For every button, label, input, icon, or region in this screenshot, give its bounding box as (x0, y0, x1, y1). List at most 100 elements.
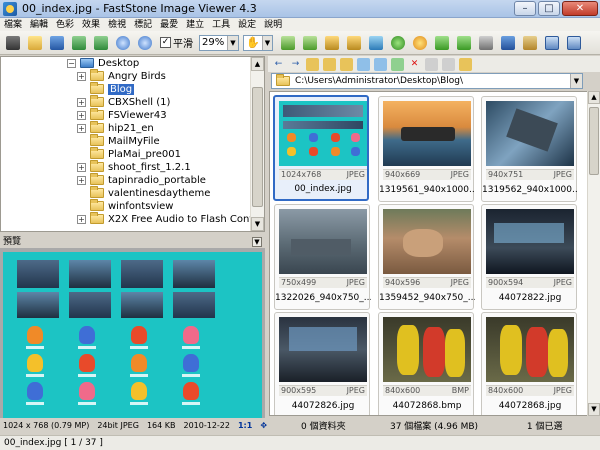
scroll-thumb[interactable] (252, 87, 263, 207)
tree-item-cbxshell[interactable]: + CBXShell (1) (77, 95, 170, 108)
thumbnail-view-icon[interactable] (442, 57, 455, 71)
tree-item-winfontsview[interactable]: winfontsview (90, 199, 173, 212)
delete-icon[interactable]: ✕ (408, 58, 421, 71)
sort-icon[interactable] (459, 57, 472, 71)
tree-item-plamai[interactable]: PlaMai_pre001 (90, 147, 181, 160)
menu-effects[interactable]: 效果 (78, 19, 104, 31)
zoom-select[interactable]: 29% ▼ (199, 34, 239, 51)
menu-edit[interactable]: 編輯 (26, 19, 52, 31)
redeye-button[interactable] (477, 34, 495, 52)
draw-button[interactable] (367, 34, 385, 52)
current-file-status: 00_index.jpg [ 1 / 37 ] (4, 438, 103, 448)
smooth-toggle[interactable]: ✓ 平滑 (160, 35, 193, 50)
details-view-icon[interactable] (425, 57, 438, 71)
fullscreen-button[interactable] (543, 34, 561, 52)
thumbnail-scrollbar[interactable]: ▲ ▼ (587, 91, 600, 416)
crop-button[interactable] (323, 34, 341, 52)
menu-colors[interactable]: 色彩 (52, 19, 78, 31)
favorites-icon[interactable] (323, 57, 336, 71)
thumbnail-item[interactable]: 750x499 JPEG 1322026_940x750_... (274, 204, 371, 310)
pan-tool-select[interactable]: ✋ ▼ (243, 34, 273, 51)
tree-item-fsviewer43[interactable]: + FSViewer43 (77, 108, 167, 121)
mascot-caption (130, 346, 148, 349)
maximize-button[interactable]: □ (538, 1, 560, 16)
chevron-down-icon[interactable]: ▼ (570, 74, 582, 88)
browser-toolbar: ← → ✕ (268, 56, 600, 72)
expand-icon[interactable]: + (77, 162, 86, 172)
expand-icon[interactable]: + (77, 71, 86, 81)
fit-icon[interactable]: ✥ (260, 421, 267, 430)
forward-icon[interactable]: → (289, 58, 302, 71)
tree-item-desktop[interactable]: − Desktop (67, 57, 139, 69)
menu-file[interactable]: 檔案 (0, 19, 26, 31)
back-icon[interactable]: ← (272, 58, 285, 71)
scroll-up-icon[interactable]: ▲ (251, 57, 264, 71)
tree-item-mailmyfile[interactable]: MailMyFile (90, 134, 160, 147)
slideshow-button[interactable] (521, 34, 539, 52)
move-to-button[interactable] (301, 34, 319, 52)
next-button[interactable] (92, 34, 110, 52)
collapse-preview-icon[interactable]: ▼ (252, 237, 262, 247)
adjust-button[interactable] (411, 34, 429, 52)
menu-help[interactable]: 說明 (260, 19, 286, 31)
thumbnail-item[interactable]: 840x600 JPEG 44072868.jpg (481, 312, 577, 415)
tree-item-blog[interactable]: Blog (90, 82, 135, 95)
move-folder-icon[interactable] (374, 57, 387, 71)
mascot-caption (78, 374, 96, 377)
thumbnail-filename: 1319561_940x1000... (379, 185, 475, 195)
expand-icon[interactable]: + (77, 214, 86, 224)
expand-icon[interactable]: + (77, 175, 86, 185)
scroll-down-icon[interactable]: ▼ (588, 403, 600, 416)
new-folder-icon[interactable] (340, 57, 353, 71)
tree-item-hip21[interactable]: + hip21_en (77, 121, 154, 134)
menu-create[interactable]: 建立 (182, 19, 208, 31)
expand-icon[interactable]: + (77, 110, 86, 120)
capture-button[interactable] (4, 34, 22, 52)
person-button[interactable] (389, 34, 407, 52)
menu-settings[interactable]: 設定 (234, 19, 260, 31)
thumbnail-item[interactable]: 1024x768 JPEG 00_index.jpg (273, 95, 369, 201)
previous-button[interactable] (70, 34, 88, 52)
expand-icon[interactable]: + (77, 123, 86, 133)
up-folder-icon[interactable] (306, 57, 319, 71)
open-button[interactable] (26, 34, 44, 52)
rotate-left-button[interactable] (433, 34, 451, 52)
thumbnail-item[interactable]: 940x596 JPEG 1359452_940x750_... (378, 204, 475, 310)
menu-favorites[interactable]: 最愛 (156, 19, 182, 31)
thumbnail-item[interactable]: 900x594 JPEG 44072822.jpg (481, 204, 577, 310)
thumbnail-item[interactable]: 940x669 JPEG 1319561_940x1000... (378, 96, 475, 202)
path-combobox[interactable]: C:\Users\Administrator\Desktop\Blog\ ▼ (271, 73, 583, 89)
menu-tag[interactable]: 標記 (130, 19, 156, 31)
scroll-up-icon[interactable]: ▲ (588, 91, 600, 104)
tree-item-shoot-first[interactable]: + shoot_first_1.2.1 (77, 160, 191, 173)
refresh-icon[interactable] (391, 57, 404, 71)
save-button[interactable] (48, 34, 66, 52)
copy-to-button[interactable] (279, 34, 297, 52)
close-button[interactable]: ✕ (562, 1, 598, 16)
expand-icon[interactable]: + (77, 97, 86, 107)
tree-item-valentinesdaytheme[interactable]: valentinesdaytheme (90, 186, 210, 199)
copy-folder-icon[interactable] (357, 57, 370, 71)
scroll-thumb[interactable] (589, 107, 599, 175)
menu-view[interactable]: 檢視 (104, 19, 130, 31)
zoom-in-button[interactable] (114, 34, 132, 52)
thumbnail-item[interactable]: 840x600 BMP 44072868.bmp (378, 312, 474, 415)
tree-item-x2x[interactable]: + X2X Free Audio to Flash Converter (77, 212, 264, 225)
minimize-button[interactable]: – (514, 1, 536, 16)
compare-button[interactable] (499, 34, 517, 52)
smooth-checkbox[interactable]: ✓ (160, 37, 171, 48)
tree-item-angry-birds[interactable]: + Angry Birds (77, 69, 166, 82)
collapse-icon[interactable]: − (67, 58, 76, 68)
tree-scrollbar[interactable]: ▲ ▼ (250, 57, 264, 231)
layout-button[interactable] (565, 34, 583, 52)
image-date: 2010-12-22 (183, 420, 230, 430)
rotate-right-button[interactable] (455, 34, 473, 52)
tree-item-tapinradio[interactable]: + tapinradio_portable (77, 173, 206, 186)
thumbnail-item[interactable]: 900x595 JPEG 44072826.jpg (274, 312, 370, 415)
scroll-down-icon[interactable]: ▼ (251, 217, 264, 231)
thumbnail-item[interactable]: 940x751 JPEG 1319562_940x1000... (481, 96, 578, 202)
actual-size-button[interactable]: 1:1 (238, 421, 252, 430)
resize-button[interactable] (345, 34, 363, 52)
zoom-out-button[interactable] (136, 34, 154, 52)
menu-tools[interactable]: 工具 (208, 19, 234, 31)
